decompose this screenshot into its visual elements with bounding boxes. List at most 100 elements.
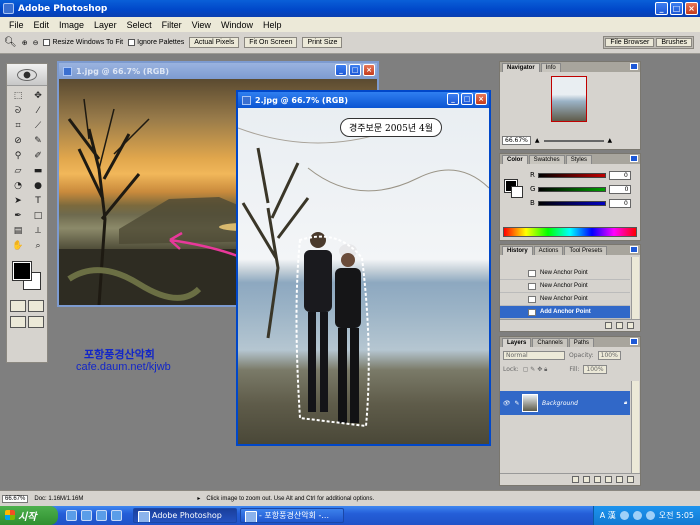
eye-icon[interactable]: 👁︎ (500, 400, 512, 407)
type-tool-icon[interactable]: T (29, 194, 47, 208)
document-window-2[interactable]: 2.jpg @ 66.7% (RGB) _ □ × (236, 90, 491, 446)
fit-on-screen-button[interactable]: Fit On Screen (244, 37, 298, 48)
crop-tool-icon[interactable]: ⌗ (9, 119, 27, 133)
doc1-minimize-button[interactable]: _ (335, 64, 347, 76)
shape-tool-icon[interactable]: □ (29, 209, 47, 223)
path-selection-tool-icon[interactable]: ➤ (9, 194, 27, 208)
ignore-palettes-checkbox[interactable]: Ignore Palettes (128, 39, 184, 46)
navigator-zoom-value[interactable]: 66.67% (502, 136, 531, 145)
tab-navigator[interactable]: Navigator (502, 63, 540, 72)
clock[interactable]: 오전 5:05 (659, 510, 694, 521)
menu-view[interactable]: View (187, 20, 216, 30)
quicklaunch-icon-4[interactable] (111, 510, 122, 521)
fill-field[interactable]: 100% (583, 365, 607, 374)
green-value[interactable]: 0 (609, 184, 632, 194)
minimize-button[interactable]: _ (655, 2, 668, 15)
layer-style-icon[interactable] (572, 476, 579, 483)
layers-scrollbar[interactable] (631, 381, 639, 473)
tab-styles[interactable]: Styles (565, 155, 593, 164)
healing-brush-tool-icon[interactable]: ⊘ (9, 134, 27, 148)
tab-info[interactable]: Info (540, 63, 561, 72)
delete-icon[interactable] (627, 322, 634, 329)
palette-menu-button[interactable] (630, 338, 638, 345)
zoom-tool-box-icon[interactable]: ⌕ (29, 239, 47, 253)
zoom-tool-icon[interactable]: 🔍︎ (4, 37, 17, 48)
tab-history[interactable]: History (502, 246, 533, 255)
history-item-selected[interactable]: Add Anchor Point (500, 306, 630, 319)
ime-indicator[interactable]: A 漢 (600, 510, 616, 521)
doc2-close-button[interactable]: × (475, 93, 487, 105)
screen-mode-full-icon[interactable] (28, 316, 44, 328)
eyedropper-tool-icon[interactable]: ⟂ (29, 224, 47, 238)
color-swatches[interactable] (9, 260, 45, 294)
blur-tool-icon[interactable]: ◔ (9, 179, 27, 193)
doc1-close-button[interactable]: × (363, 64, 375, 76)
color-spectrum-bar[interactable] (503, 227, 637, 237)
red-value[interactable]: 0 (608, 170, 631, 180)
status-zoom[interactable]: 66.67% (2, 494, 29, 503)
marquee-tool-icon[interactable]: ⬚ (9, 89, 27, 103)
dodge-tool-icon[interactable]: ● (29, 179, 47, 193)
status-doc-size[interactable]: Doc: 1.16M/1.16M (34, 496, 83, 502)
toolbox-eye-logo[interactable] (7, 64, 47, 86)
tray-icon-2[interactable] (632, 511, 642, 520)
quicklaunch-icon-3[interactable] (96, 510, 107, 521)
menu-image[interactable]: Image (54, 20, 89, 30)
document-1-titlebar[interactable]: 1.jpg @ 66.7% (RGB) _ □ × (59, 63, 377, 79)
tab-tool-presets[interactable]: Tool Presets (564, 246, 608, 255)
history-item[interactable]: New Anchor Point (500, 267, 630, 280)
notes-tool-icon[interactable]: ▤ (9, 224, 27, 238)
foreground-color-swatch[interactable] (12, 261, 32, 281)
palette-menu-button[interactable] (630, 155, 638, 162)
screen-mode-standard-icon[interactable] (10, 316, 26, 328)
maximize-button[interactable]: □ (670, 2, 683, 15)
menu-window[interactable]: Window (216, 20, 258, 30)
new-document-icon[interactable] (605, 322, 612, 329)
actual-pixels-button[interactable]: Actual Pixels (189, 37, 240, 48)
start-button[interactable]: 시작 (0, 506, 58, 525)
standard-mode-icon[interactable] (10, 300, 26, 312)
red-slider[interactable] (537, 172, 606, 178)
delete-layer-icon[interactable] (627, 476, 634, 483)
history-item[interactable]: New Anchor Point (500, 293, 630, 306)
tab-channels[interactable]: Channels (532, 338, 568, 347)
magic-wand-tool-icon[interactable]: ⁄ (29, 104, 47, 118)
eraser-tool-icon[interactable]: ▱ (9, 164, 27, 178)
brush-tool-icon[interactable]: ✎ (29, 134, 47, 148)
menu-select[interactable]: Select (122, 20, 157, 30)
menu-file[interactable]: File (4, 20, 29, 30)
slice-tool-icon[interactable]: ⟋ (29, 119, 47, 133)
tab-swatches[interactable]: Swatches (528, 155, 565, 164)
new-snapshot-icon[interactable] (616, 322, 623, 329)
zoom-out-icon[interactable]: ⊖ (33, 39, 39, 47)
blend-mode-select[interactable]: Normal (503, 351, 565, 360)
menu-filter[interactable]: Filter (157, 20, 187, 30)
new-layer-icon[interactable] (616, 476, 623, 483)
pen-tool-icon[interactable]: ✒ (9, 209, 27, 223)
quick-mask-mode-icon[interactable] (28, 300, 44, 312)
palette-menu-button[interactable] (630, 246, 638, 253)
taskbar-item-browser[interactable]: - 포항풍경산악회 -... (240, 508, 344, 523)
tab-layers[interactable]: Layers (502, 338, 532, 347)
navigator-zoom-slider[interactable] (543, 139, 604, 142)
zoom-in-icon[interactable]: ⊕ (22, 39, 28, 47)
palette-menu-button[interactable] (630, 63, 638, 70)
lasso-tool-icon[interactable]: ᘐ (9, 104, 27, 118)
document-2-titlebar[interactable]: 2.jpg @ 66.7% (RGB) _ □ × (238, 92, 489, 108)
navigator-thumbnail[interactable] (551, 76, 587, 122)
opacity-field[interactable]: 100% (597, 351, 621, 360)
quicklaunch-icon-2[interactable] (81, 510, 92, 521)
file-browser-tab[interactable]: File Browser (605, 38, 655, 47)
tab-color[interactable]: Color (502, 155, 528, 164)
green-slider[interactable] (538, 186, 607, 192)
tab-actions[interactable]: Actions (533, 246, 564, 255)
menu-layer[interactable]: Layer (89, 20, 122, 30)
quicklaunch-icon-1[interactable] (66, 510, 77, 521)
lock-icons[interactable]: ▢ ✎ ✥ 🔒︎ (523, 366, 548, 374)
taskbar-item-photoshop[interactable]: Adobe Photoshop (133, 508, 237, 523)
resize-windows-checkbox[interactable]: Resize Windows To Fit (43, 39, 123, 46)
tab-paths[interactable]: Paths (568, 338, 595, 347)
move-tool-icon[interactable]: ✥ (29, 89, 47, 103)
tray-icon-1[interactable] (619, 511, 629, 520)
doc1-maximize-button[interactable]: □ (349, 64, 361, 76)
